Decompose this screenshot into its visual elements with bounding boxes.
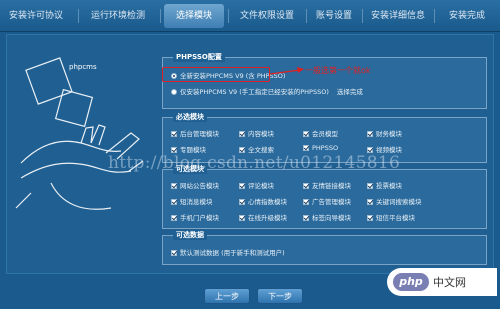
checkbox[interactable]	[171, 250, 177, 256]
next-button[interactable]: 下一步	[257, 288, 303, 304]
tab-finish[interactable]: 安装完成	[440, 4, 494, 28]
tab-env-check[interactable]: 运行环境检测	[84, 4, 152, 28]
tab-divider	[78, 9, 79, 23]
php-cn-logo: php 中文网	[387, 268, 497, 296]
tab-select-modules[interactable]: 选择模块	[164, 4, 224, 28]
optional-module-item[interactable]: 短消息模块	[171, 196, 213, 206]
phpsso-panel-title: PHPSSO配置	[173, 52, 225, 62]
select-done-label: 选择完成	[336, 88, 363, 96]
watermark-url: http://blog.csdn.net/u012145816	[108, 153, 401, 173]
checkbox	[239, 131, 245, 137]
optional-module-item[interactable]: 网站公告模块	[171, 180, 219, 190]
checkbox[interactable]	[239, 199, 245, 205]
checkbox[interactable]	[239, 183, 245, 189]
checkbox[interactable]	[171, 215, 177, 221]
required-modules-title: 必选模块	[173, 112, 207, 122]
annotation-text: 一般选第一个就ok	[305, 66, 371, 75]
checkbox	[303, 131, 309, 137]
tab-divider	[362, 9, 363, 23]
checkbox[interactable]	[367, 215, 373, 221]
logo-text: 中文网	[433, 276, 466, 289]
tab-install-details[interactable]: 安装详细信息	[366, 4, 430, 28]
annotation-arrow	[270, 67, 304, 75]
checkbox[interactable]	[171, 183, 177, 189]
optional-data-title: 可选数据	[173, 230, 207, 240]
optional-modules-panel: 可选模块 网站公告模块 评论模块 友情链接模块 投票模块 短消息模块 心情指数模…	[162, 164, 487, 229]
required-module-item: PHPSSO	[303, 144, 338, 152]
radio-button[interactable]	[171, 89, 177, 95]
optional-module-item[interactable]: 评论模块	[239, 180, 274, 190]
tab-divider	[160, 9, 161, 23]
tab-file-permissions[interactable]: 文件权限设置	[232, 4, 302, 28]
optional-data-panel: 可选数据 默认测试数据 (用于新手和测试用户)	[162, 230, 487, 265]
checkbox[interactable]	[239, 215, 245, 221]
optional-module-item[interactable]: 手机门户模块	[171, 212, 219, 222]
php-badge: php	[393, 273, 429, 291]
checkbox[interactable]	[367, 199, 373, 205]
checkbox[interactable]	[303, 183, 309, 189]
required-module-item: 后台管理模块	[171, 128, 219, 138]
prev-button[interactable]: 上一步	[204, 288, 250, 304]
installer-window: 安装许可协议 运行环境检测 选择模块 文件权限设置 账号设置 安装详细信息 安装…	[0, 0, 500, 309]
tab-license[interactable]: 安装许可协议	[2, 4, 70, 28]
optional-module-item[interactable]: 短信平台模块	[367, 212, 415, 222]
checkbox	[171, 131, 177, 137]
optional-module-item[interactable]: 友情链接模块	[303, 180, 351, 190]
optional-module-item[interactable]: 心情指数模块	[239, 196, 287, 206]
tab-divider	[306, 9, 307, 23]
optional-module-item[interactable]: 标签向导模块	[303, 212, 351, 222]
optional-module-item[interactable]: 在线升级模块	[239, 212, 287, 222]
required-module-item: 会员模型	[303, 128, 338, 138]
checkbox	[303, 145, 309, 151]
checkbox[interactable]	[303, 199, 309, 205]
checkbox[interactable]	[171, 199, 177, 205]
optional-module-item[interactable]: 关键词搜索模块	[367, 196, 422, 206]
tab-divider	[434, 9, 435, 23]
checkbox	[367, 131, 373, 137]
highlight-box	[162, 67, 270, 82]
checkbox[interactable]	[303, 215, 309, 221]
step-tabbar: 安装许可协议 运行环境检测 选择模块 文件权限设置 账号设置 安装详细信息 安装…	[0, 0, 500, 32]
checkbox[interactable]	[367, 183, 373, 189]
radio-existing-phpsso[interactable]: 仅安装PHPCMS V9 (手工指定已经安装的PHPSSO) 选择完成	[171, 86, 363, 96]
required-module-item: 财务模块	[367, 128, 402, 138]
optional-module-item[interactable]: 投票模块	[367, 180, 402, 190]
required-module-item: 内容模块	[239, 128, 274, 138]
optional-module-item[interactable]: 广告管理模块	[303, 196, 351, 206]
tab-divider	[228, 9, 229, 23]
test-data-checkbox[interactable]: 默认测试数据 (用于新手和测试用户)	[171, 247, 285, 257]
diagram-label: phpcms	[69, 63, 97, 71]
tab-account[interactable]: 账号设置	[310, 4, 358, 28]
hands-puzzle-illustration: phpcms	[15, 57, 144, 210]
